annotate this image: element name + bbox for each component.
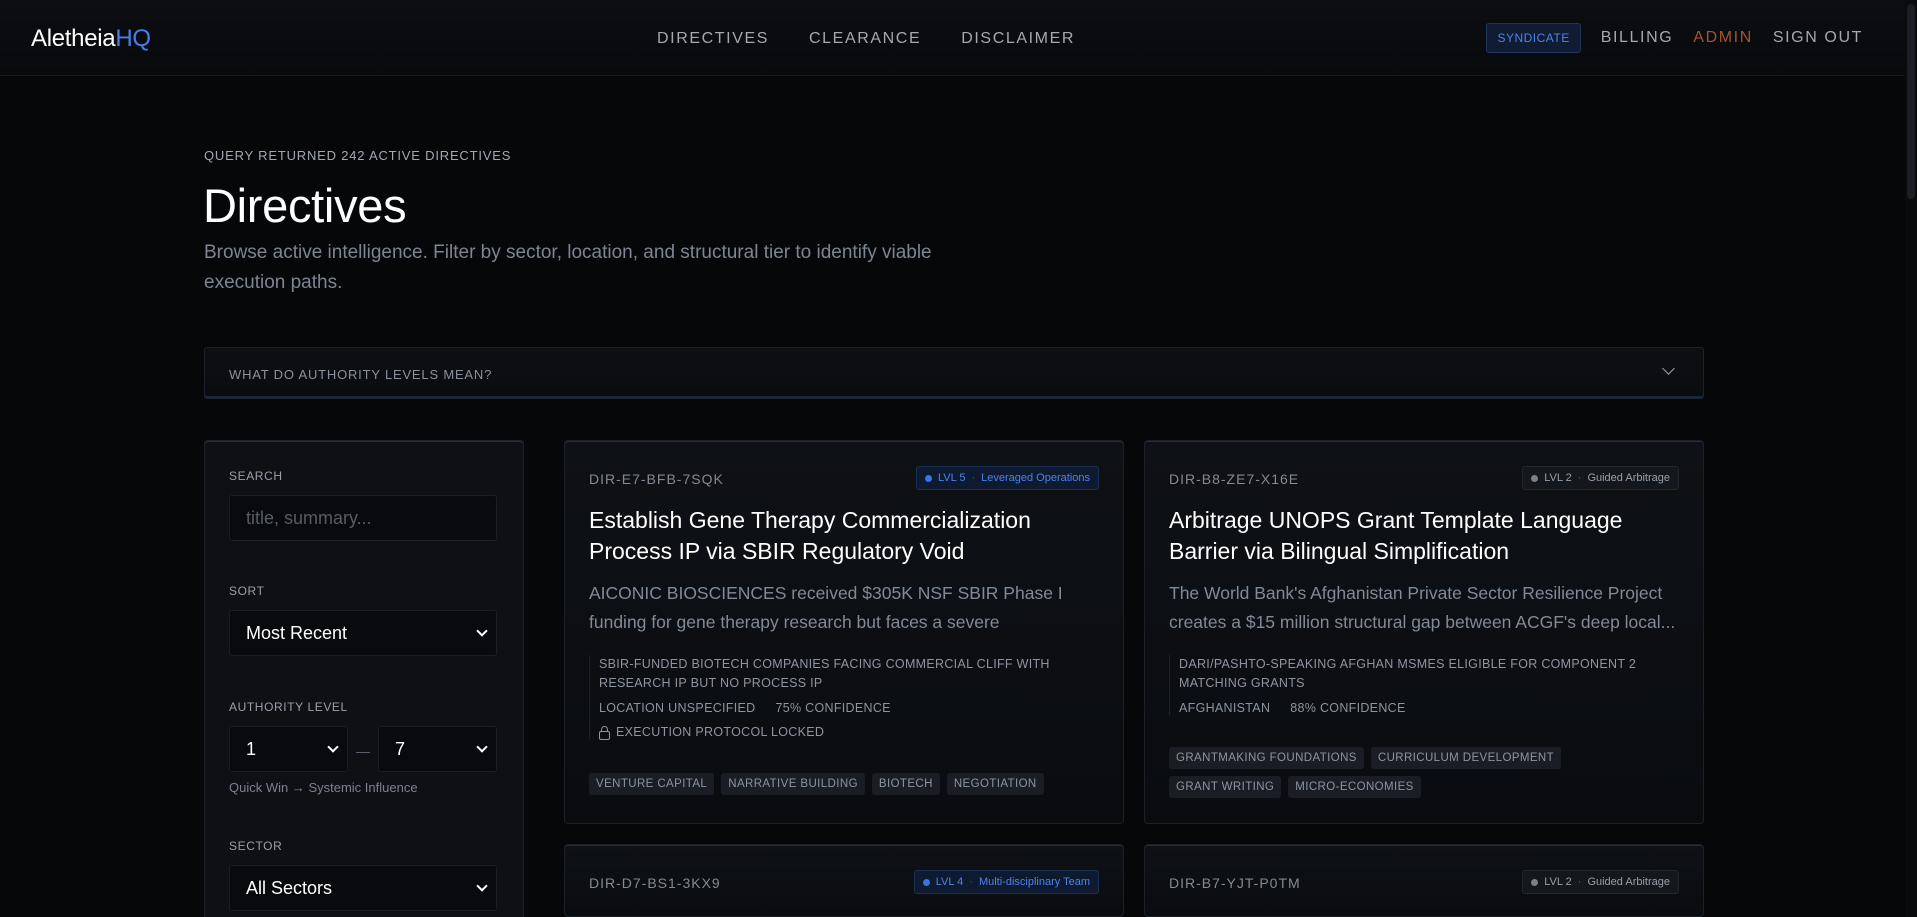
filter-sidebar: SEARCH title, summary... SORT Most Recen… <box>204 440 524 917</box>
badge-tier: Guided Arbitrage <box>1587 472 1670 484</box>
page-title: Directives <box>203 179 407 232</box>
authority-levels-accordion[interactable]: WHAT DO AUTHORITY LEVELS MEAN? <box>204 347 1704 399</box>
authority-level-label: AUTHORITY LEVEL <box>229 700 348 714</box>
badge-separator: · <box>969 876 973 888</box>
directive-meta: DARI/PASHTO-SPEAKING AFGHAN MSMES ELIGIB… <box>1169 655 1679 715</box>
directive-id: DIR-D7-BS1-3KX9 <box>589 875 721 891</box>
badge-separator: · <box>1577 876 1582 888</box>
authority-max-value: 7 <box>395 738 406 759</box>
tag: CURRICULUM DEVELOPMENT <box>1370 747 1562 769</box>
logo-accent: HQ <box>115 25 151 52</box>
nav-link-sign-out[interactable]: SIGN OUT <box>1773 29 1863 47</box>
level-dot-icon <box>924 474 932 482</box>
chevron-down-icon <box>476 625 488 637</box>
chevron-down-icon <box>476 880 488 892</box>
target-audience: DARI/PASHTO-SPEAKING AFGHAN MSMES ELIGIB… <box>1179 657 1637 690</box>
meta-row: AFGHANISTAN 88% CONFIDENCE <box>1179 701 1679 715</box>
directive-title[interactable]: Establish Gene Therapy Commercialization… <box>589 505 1099 567</box>
results-count: QUERY RETURNED 242 ACTIVE DIRECTIVES <box>204 148 512 163</box>
sector-select[interactable]: All Sectors <box>229 865 497 911</box>
sort-label: SORT <box>229 584 265 598</box>
directive-summary: AICONIC BIOSCIENCES received $305K NSF S… <box>589 583 1063 632</box>
directive-id: DIR-E7-BFB-7SQK <box>589 471 724 487</box>
range-separator: — <box>356 743 370 759</box>
logo-main: Aletheia <box>31 25 116 52</box>
authority-badge: LVL 2 · Guided Arbitrage <box>1522 466 1679 490</box>
tag: VENTURE CAPITAL <box>589 773 715 795</box>
tag: BIOTECH <box>871 773 940 795</box>
level-dot-icon <box>1531 878 1539 886</box>
authority-hint: Quick Win → Systemic Influence <box>229 780 418 795</box>
search-input[interactable]: title, summary... <box>229 495 497 541</box>
top-nav: AletheiaHQ DIRECTIVES CLEARANCE DISCLAIM… <box>0 0 1905 76</box>
level-dot-icon <box>1531 474 1539 482</box>
authority-min-value: 1 <box>246 738 257 759</box>
chevron-down-icon <box>1662 362 1675 375</box>
tag: GRANT WRITING <box>1169 776 1282 798</box>
nav-link-admin[interactable]: ADMIN <box>1693 29 1753 47</box>
badge-tier: Multi-disciplinary Team <box>978 876 1090 888</box>
nav-link-disclaimer[interactable]: DISCLAIMER <box>961 30 1075 48</box>
badge-level: LVL 5 <box>937 472 966 484</box>
directive-id: DIR-B8-ZE7-X16E <box>1169 471 1300 487</box>
tag: MICRO-ECONOMIES <box>1288 776 1421 798</box>
badge-tier: Guided Arbitrage <box>1587 876 1670 888</box>
directive-card[interactable]: DIR-B7-YJT-P0TM LVL 2 · Guided Arbitrage <box>1144 844 1704 917</box>
badge-level: LVL 2 <box>1544 876 1572 888</box>
directive-meta: SBIR-FUNDED BIOTECH COMPANIES FACING COM… <box>589 655 1099 740</box>
lock-text: EXECUTION PROTOCOL LOCKED <box>616 725 825 739</box>
page-scrollbar[interactable] <box>1905 0 1917 917</box>
confidence: 88% CONFIDENCE <box>1290 701 1406 715</box>
directive-title[interactable]: Arbitrage UNOPS Grant Template Language … <box>1169 505 1679 567</box>
authority-max-select[interactable]: 7 <box>378 726 497 772</box>
tag: NARRATIVE BUILDING <box>721 773 865 795</box>
syndicate-button[interactable]: SYNDICATE <box>1486 23 1581 53</box>
tag-list: GRANTMAKING FOUNDATIONS CURRICULUM DEVEL… <box>1169 747 1679 798</box>
tag: NEGOTIATION <box>946 773 1044 795</box>
sort-select[interactable]: Most Recent <box>229 610 497 656</box>
sector-value: All Sectors <box>246 877 333 898</box>
sort-value: Most Recent <box>246 622 348 643</box>
chevron-down-icon <box>476 741 488 753</box>
directive-card[interactable]: DIR-E7-BFB-7SQK LVL 5 · Leveraged Operat… <box>564 440 1124 824</box>
authority-badge: LVL 2 · Guided Arbitrage <box>1522 870 1679 894</box>
lock-status: EXECUTION PROTOCOL LOCKED <box>599 725 1099 740</box>
badge-separator: · <box>1577 472 1582 484</box>
badge-level: LVL 4 <box>935 876 964 888</box>
meta-row: LOCATION UNSPECIFIED 75% CONFIDENCE <box>599 701 1099 715</box>
scrollbar-thumb[interactable] <box>1907 4 1915 199</box>
confidence: 75% CONFIDENCE <box>775 701 891 715</box>
target-audience: SBIR-FUNDED BIOTECH COMPANIES FACING COM… <box>599 657 1050 690</box>
chevron-down-icon <box>327 741 339 753</box>
directive-id: DIR-B7-YJT-P0TM <box>1169 875 1301 891</box>
location: LOCATION UNSPECIFIED <box>599 701 756 715</box>
location: AFGHANISTAN <box>1179 701 1271 715</box>
directive-card[interactable]: DIR-D7-BS1-3KX9 LVL 4 · Multi-disciplina… <box>564 844 1124 917</box>
nav-link-billing[interactable]: BILLING <box>1601 29 1674 47</box>
search-label: SEARCH <box>229 469 283 483</box>
accordion-label: WHAT DO AUTHORITY LEVELS MEAN? <box>229 367 493 382</box>
nav-link-directives[interactable]: DIRECTIVES <box>657 30 769 48</box>
lock-icon <box>599 725 610 740</box>
tag-list: VENTURE CAPITAL NARRATIVE BUILDING BIOTE… <box>589 773 1099 795</box>
account-nav: SYNDICATE BILLING ADMIN SIGN OUT <box>1486 23 1863 53</box>
directive-card[interactable]: DIR-B8-ZE7-X16E LVL 2 · Guided Arbitrage… <box>1144 440 1704 824</box>
primary-nav: DIRECTIVES CLEARANCE DISCLAIMER <box>657 30 1075 48</box>
authority-min-select[interactable]: 1 <box>229 726 348 772</box>
badge-level: LVL 2 <box>1544 472 1572 484</box>
authority-badge: LVL 4 · Multi-disciplinary Team <box>913 870 1099 894</box>
directive-summary: The World Bank's Afghanistan Private Sec… <box>1169 583 1676 632</box>
level-dot-icon <box>922 878 930 886</box>
sector-label: SECTOR <box>229 839 283 853</box>
badge-separator: · <box>971 472 976 484</box>
authority-badge: LVL 5 · Leveraged Operations <box>915 466 1099 490</box>
badge-tier: Leveraged Operations <box>981 472 1090 484</box>
tag: GRANTMAKING FOUNDATIONS <box>1169 747 1364 769</box>
logo[interactable]: AletheiaHQ <box>31 25 151 53</box>
page-subtitle: Browse active intelligence. Filter by se… <box>204 242 932 293</box>
nav-link-clearance[interactable]: CLEARANCE <box>809 30 921 48</box>
